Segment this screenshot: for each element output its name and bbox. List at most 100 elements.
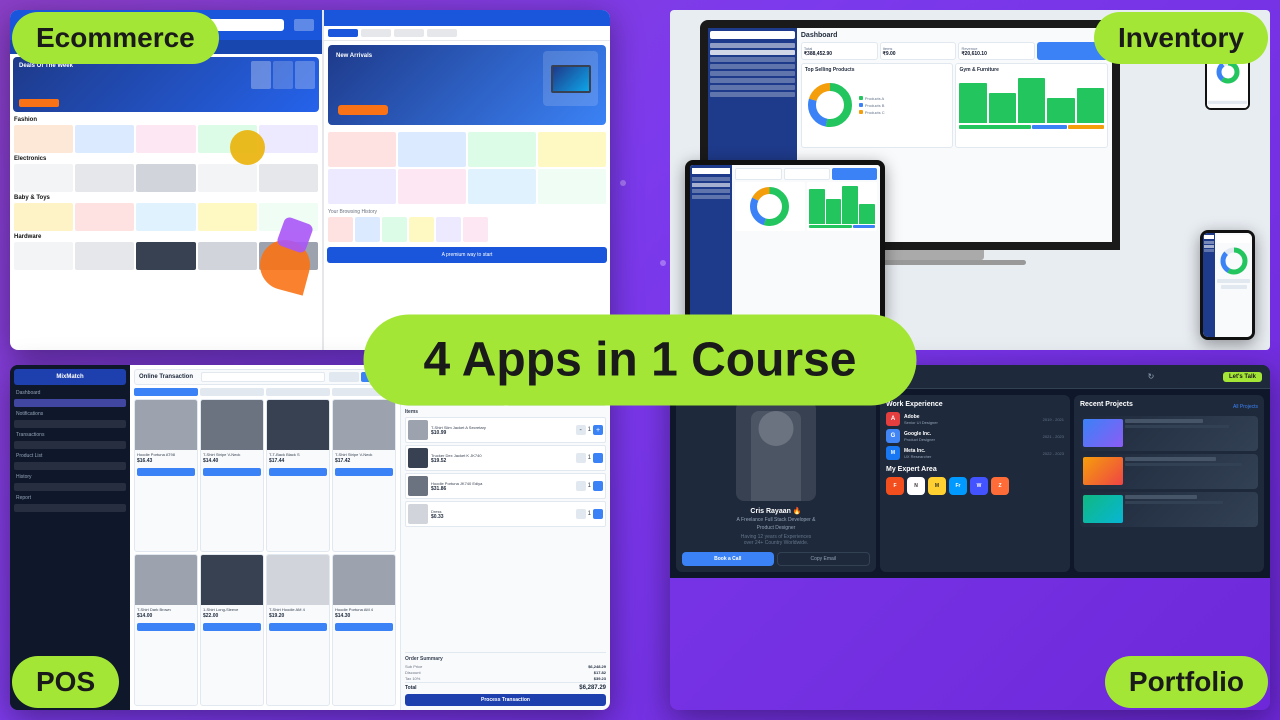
pos-add-btn-7[interactable] [269, 623, 327, 631]
ec2-nav-men[interactable] [361, 29, 391, 37]
pos-order-price-1: $10.99 [431, 430, 573, 436]
ec2-hist-3[interactable] [382, 217, 407, 242]
ec2-hist-4[interactable] [409, 217, 434, 242]
pos-nav-report[interactable] [14, 504, 126, 512]
pos-tab-all[interactable] [134, 388, 198, 396]
pf-book-call-btn[interactable]: Book a Call [682, 552, 774, 566]
pos-qty-minus-2[interactable] [576, 453, 586, 463]
pf-plus-icon[interactable] [1183, 369, 1199, 385]
pos-discount-row: Discount $17.82 [405, 670, 606, 675]
pos-add-btn-2[interactable] [203, 468, 261, 476]
ec-elec-3[interactable] [136, 164, 195, 192]
pos-product-card-6[interactable]: 1-Shirt Long-Sleeve $22.00 [200, 554, 264, 707]
ec2-hist-1[interactable] [328, 217, 353, 242]
ec2-prod-3[interactable] [468, 132, 536, 167]
ec-product-1[interactable] [14, 125, 73, 153]
inv-nav-7[interactable] [710, 85, 795, 90]
pos-nav-transactions[interactable] [14, 441, 126, 449]
ec2-prod-6[interactable] [398, 169, 466, 204]
inv-nav-6[interactable] [710, 78, 795, 83]
pos-qty-plus-4[interactable] [593, 509, 603, 519]
ec-hw-3[interactable] [136, 242, 195, 270]
ec-baby-2[interactable] [75, 203, 134, 231]
inv-nav-2[interactable] [710, 50, 795, 55]
pf-refresh-icon[interactable]: ↻ [1143, 369, 1159, 385]
pf-project-3[interactable] [1080, 492, 1258, 527]
ec-product-2[interactable] [75, 125, 134, 153]
pos-product-card-3[interactable]: T-T-Back Black S $17.44 [266, 399, 330, 552]
pos-add-btn-5[interactable] [137, 623, 195, 631]
pf-meta-logo: M [886, 446, 900, 460]
ec2-prod-5[interactable] [328, 169, 396, 204]
pf-copy-email-btn[interactable]: Copy Email [777, 552, 871, 566]
pos-qty-minus-4[interactable] [576, 509, 586, 519]
pos-qty-minus-3[interactable] [576, 481, 586, 491]
pos-add-btn-1[interactable] [137, 468, 195, 476]
inv-nav-4[interactable] [710, 64, 795, 69]
pos-search-bar[interactable] [201, 372, 325, 382]
ec-elec-2[interactable] [75, 164, 134, 192]
pf-download-icon[interactable] [1203, 369, 1219, 385]
ec-hw-1[interactable] [14, 242, 73, 270]
pos-product-card-2[interactable]: T-Shirt Stripe V-Neck $14.40 [200, 399, 264, 552]
pos-qty-plus-3[interactable] [593, 481, 603, 491]
inv-bar-legend [959, 125, 1104, 129]
ec2-nav-all[interactable] [328, 29, 358, 37]
ec2-hist-6[interactable] [463, 217, 488, 242]
ec2-shop-btn[interactable] [338, 105, 388, 115]
pos-process-button[interactable]: Process Transaction [405, 694, 606, 706]
pos-add-btn-4[interactable] [335, 468, 393, 476]
inv-nav-8[interactable] [710, 92, 795, 97]
pf-project-2[interactable] [1080, 454, 1258, 489]
ec2-prod-2[interactable] [398, 132, 466, 167]
pos-product-card-8[interactable]: Hoodie Portuna AM 4 $14.30 [332, 554, 396, 707]
ec-elec-5[interactable] [259, 164, 318, 192]
pf-project-3-content [1080, 492, 1258, 526]
inv-nav-1[interactable] [710, 43, 795, 48]
pf-all-projects-link[interactable]: All Projects [1233, 404, 1258, 410]
pos-add-btn-8[interactable] [335, 623, 393, 631]
ec-baby-3[interactable] [136, 203, 195, 231]
ec-elec-1[interactable] [14, 164, 73, 192]
pos-add-btn-3[interactable] [269, 468, 327, 476]
ec2-prod-1[interactable] [328, 132, 396, 167]
ec2-prod-4[interactable] [538, 132, 606, 167]
ec-baby-4[interactable] [198, 203, 257, 231]
ec-cart[interactable] [294, 19, 314, 31]
pf-share-icon[interactable] [1163, 369, 1179, 385]
pos-nav-products[interactable] [14, 462, 126, 470]
pos-nav-history[interactable] [14, 483, 126, 491]
pos-tab-pants[interactable] [266, 388, 330, 396]
pf-project-1[interactable] [1080, 416, 1258, 451]
pos-add-btn-6[interactable] [203, 623, 261, 631]
ec2-hist-5[interactable] [436, 217, 461, 242]
pos-qty-plus-1[interactable]: + [593, 425, 603, 435]
ec2-hist-2[interactable] [355, 217, 380, 242]
ec-elec-4[interactable] [198, 164, 257, 192]
pos-qty-plus-2[interactable] [593, 453, 603, 463]
pos-qty-minus-1[interactable]: - [576, 425, 586, 435]
inv-nav-5[interactable] [710, 71, 795, 76]
ec-hw-4[interactable] [198, 242, 257, 270]
inv-nav-3[interactable] [710, 57, 795, 62]
pos-filter-1[interactable] [329, 372, 359, 382]
ec-shop-btn[interactable] [19, 99, 59, 107]
pf-cta-button[interactable]: Let's Talk [1223, 372, 1262, 382]
pos-product-card-4[interactable]: T-Shirt Stripe V-Neck $17.42 [332, 399, 396, 552]
pos-order-panel: Order Details Customer Information Items… [400, 365, 610, 710]
ec2-nav-women[interactable] [394, 29, 424, 37]
pos-product-card-5[interactable]: T-Shirt Dark Brown $14.00 [134, 554, 198, 707]
pos-tab-tshirts[interactable] [200, 388, 264, 396]
pf-google-info: Google Inc. Product Designer [904, 431, 1039, 442]
ec2-prod-8[interactable] [538, 169, 606, 204]
pos-product-card-7[interactable]: T-Shirt Hoodie AM 4 $19.20 [266, 554, 330, 707]
ec2-nav-kids[interactable] [427, 29, 457, 37]
ec-baby-1[interactable] [14, 203, 73, 231]
pos-product-card-1[interactable]: Hoodie Portuna AT98 $16.43 [134, 399, 198, 552]
ec-product-5[interactable] [259, 125, 318, 153]
ec-product-3[interactable] [136, 125, 195, 153]
ec-hw-2[interactable] [75, 242, 134, 270]
ec2-prod-7[interactable] [468, 169, 536, 204]
pos-nav-notifications[interactable] [14, 420, 126, 428]
pos-nav-dashboard[interactable] [14, 399, 126, 407]
